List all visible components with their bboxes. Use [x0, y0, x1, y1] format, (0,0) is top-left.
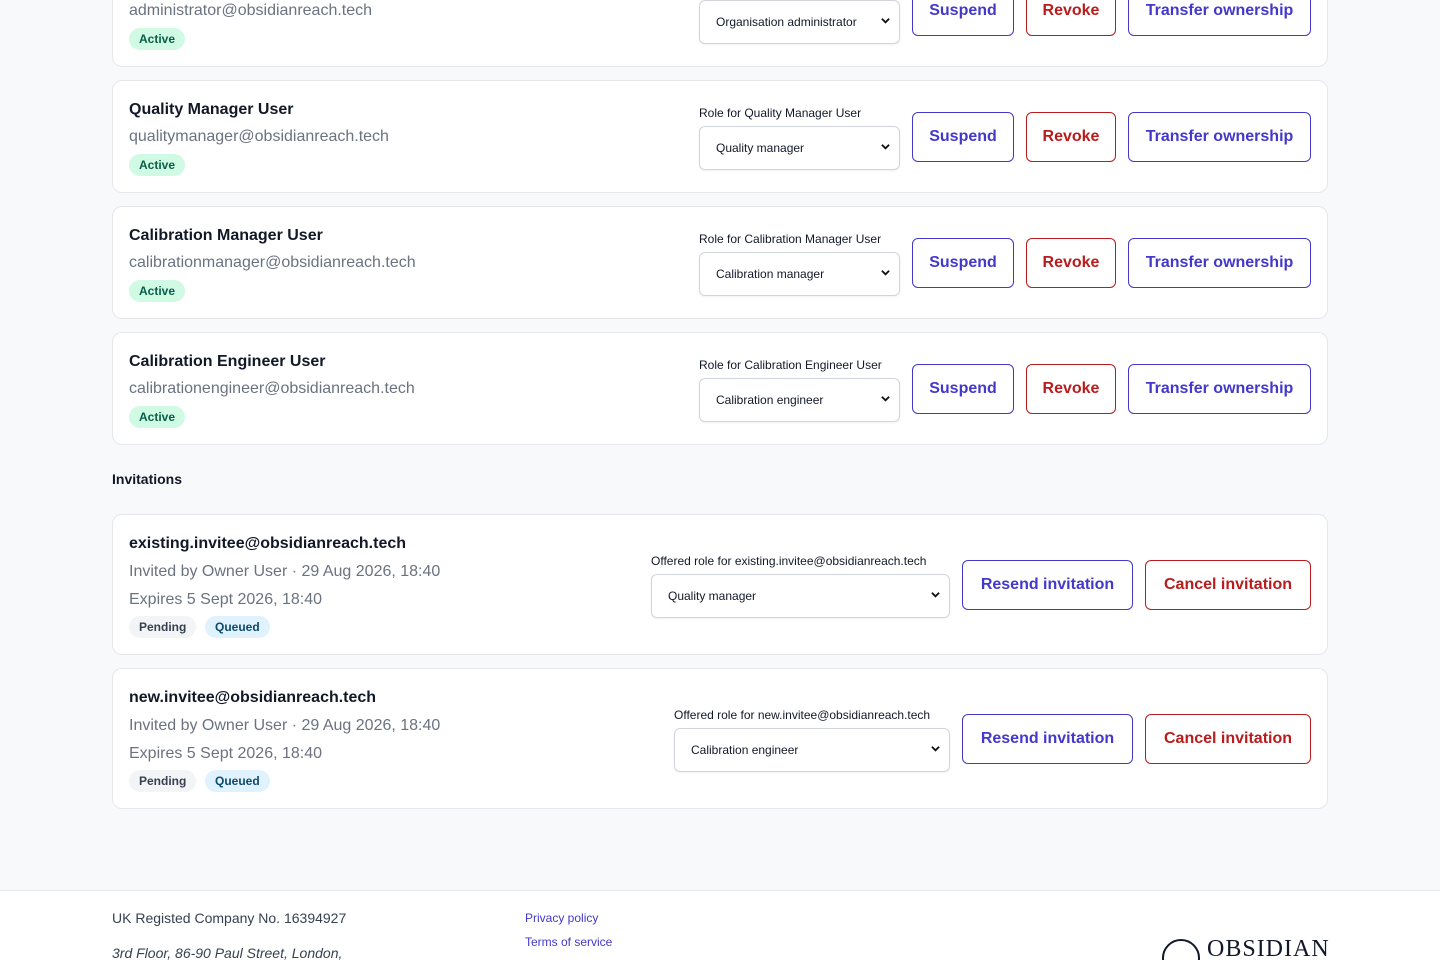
revoke-button[interactable]: Revoke: [1026, 112, 1116, 162]
invitation-card: existing.invitee@obsidianreach.tech Invi…: [112, 514, 1328, 655]
suspend-button[interactable]: Suspend: [912, 0, 1014, 36]
offered-role-value: Calibration engineer: [691, 743, 799, 757]
chevron-down-icon: [881, 18, 890, 24]
invited-by: Invited by Owner User · 29 Aug 2026, 18:…: [129, 563, 441, 580]
suspend-button[interactable]: Suspend: [912, 238, 1014, 288]
chevron-down-icon: [931, 746, 940, 752]
transfer-ownership-button[interactable]: Transfer ownership: [1128, 364, 1311, 414]
offered-role-value: Quality manager: [668, 589, 757, 603]
resend-invitation-button[interactable]: Resend invitation: [962, 560, 1133, 610]
transfer-ownership-button[interactable]: Transfer ownership: [1128, 238, 1311, 288]
status-badge: Active: [129, 406, 186, 428]
offered-role-label: Offered role for existing.invitee@obsidi…: [651, 554, 927, 568]
member-card: Quality Manager User qualitymanager@obsi…: [112, 80, 1328, 193]
logo-text: OBSIDIAN: [1207, 936, 1330, 960]
queued-badge: Queued: [205, 770, 270, 792]
member-email: administrator@obsidianreach.tech: [129, 2, 373, 19]
expires: Expires 5 Sept 2026, 18:40: [129, 745, 323, 762]
offered-role-select[interactable]: Quality manager: [651, 574, 950, 618]
suspend-button[interactable]: Suspend: [912, 112, 1014, 162]
role-select[interactable]: Quality manager: [699, 126, 900, 170]
obsidian-logo[interactable]: OBSIDIAN: [1162, 935, 1332, 960]
cancel-invitation-button[interactable]: Cancel invitation: [1145, 560, 1311, 610]
company-registration: UK Registed Company No. 16394927: [112, 910, 347, 926]
chevron-down-icon: [931, 592, 940, 598]
role-select[interactable]: Calibration engineer: [699, 378, 900, 422]
revoke-button[interactable]: Revoke: [1026, 238, 1116, 288]
pending-badge: Pending: [129, 616, 197, 638]
pending-badge: Pending: [129, 770, 197, 792]
transfer-ownership-button[interactable]: Transfer ownership: [1128, 0, 1311, 36]
chevron-down-icon: [881, 144, 890, 150]
company-address: 3rd Floor, 86-90 Paul Street, London,: [112, 945, 343, 960]
invitee-email: existing.invitee@obsidianreach.tech: [129, 535, 407, 552]
role-select-value: Calibration manager: [716, 267, 825, 281]
offered-role-select[interactable]: Calibration engineer: [674, 728, 950, 772]
transfer-ownership-button[interactable]: Transfer ownership: [1128, 112, 1311, 162]
member-card: administrator@obsidianreach.tech Active …: [112, 0, 1328, 67]
revoke-button[interactable]: Revoke: [1026, 0, 1116, 36]
resend-invitation-button[interactable]: Resend invitation: [962, 714, 1133, 764]
revoke-button[interactable]: Revoke: [1026, 364, 1116, 414]
invitee-email: new.invitee@obsidianreach.tech: [129, 689, 377, 706]
role-label: Role for Quality Manager User: [699, 106, 862, 120]
role-label: Role for Calibration Manager User: [699, 232, 882, 246]
member-name: Quality Manager User: [129, 101, 294, 118]
invited-by: Invited by Owner User · 29 Aug 2026, 18:…: [129, 717, 441, 734]
queued-badge: Queued: [205, 616, 270, 638]
invitation-card: new.invitee@obsidianreach.tech Invited b…: [112, 668, 1328, 809]
member-email: calibrationmanager@obsidianreach.tech: [129, 254, 416, 271]
obsidian-logo-icon: [1162, 939, 1200, 960]
expires: Expires 5 Sept 2026, 18:40: [129, 591, 323, 608]
status-badge: Active: [129, 28, 186, 50]
role-select-value: Quality manager: [716, 141, 805, 155]
role-select-value: Organisation administrator: [716, 15, 857, 29]
suspend-button[interactable]: Suspend: [912, 364, 1014, 414]
member-card: Calibration Manager User calibrationmana…: [112, 206, 1328, 319]
status-badge: Active: [129, 154, 186, 176]
member-email: calibrationengineer@obsidianreach.tech: [129, 380, 415, 397]
role-select[interactable]: Calibration manager: [699, 252, 900, 296]
member-card: Calibration Engineer User calibrationeng…: [112, 332, 1328, 445]
site-footer: UK Registed Company No. 16394927 3rd Flo…: [0, 890, 1440, 960]
role-select[interactable]: Organisation administrator: [699, 0, 900, 44]
terms-of-service-link[interactable]: Terms of service: [525, 935, 612, 949]
offered-role-label: Offered role for new.invitee@obsidianrea…: [674, 708, 931, 722]
chevron-down-icon: [881, 396, 890, 402]
chevron-down-icon: [881, 270, 890, 276]
cancel-invitation-button[interactable]: Cancel invitation: [1145, 714, 1311, 764]
role-select-value: Calibration engineer: [716, 393, 824, 407]
invitations-heading: Invitations: [112, 471, 183, 487]
member-name: Calibration Manager User: [129, 227, 323, 244]
member-email: qualitymanager@obsidianreach.tech: [129, 128, 389, 145]
member-name: Calibration Engineer User: [129, 353, 326, 370]
role-label: Role for Calibration Engineer User: [699, 358, 882, 372]
status-badge: Active: [129, 280, 186, 302]
privacy-policy-link[interactable]: Privacy policy: [525, 911, 598, 925]
